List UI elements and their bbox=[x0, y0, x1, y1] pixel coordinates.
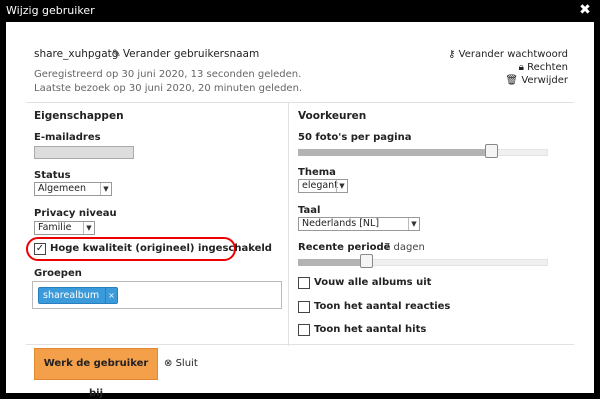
collapse-albums-checkbox[interactable] bbox=[298, 277, 310, 289]
window-title: Wijzig gebruiker bbox=[6, 4, 95, 17]
chevron-down-icon: ▼ bbox=[83, 222, 94, 234]
window-frame: Wijzig gebruiker ✖ share_xuhpgatg ✎ Veran… bbox=[0, 0, 600, 399]
slider-handle[interactable] bbox=[485, 144, 498, 158]
language-value: Nederlands [NL] bbox=[302, 218, 380, 229]
change-password-link[interactable]: ⚷ Verander wachtwoord bbox=[448, 48, 568, 61]
chevron-down-icon: ▼ bbox=[336, 180, 347, 192]
rename-user-label: Verander gebruikersnaam bbox=[122, 48, 260, 60]
email-field[interactable] bbox=[34, 146, 134, 159]
theme-label: Thema bbox=[298, 167, 336, 178]
language-label: Taal bbox=[298, 205, 321, 216]
remove-tag-icon[interactable]: × bbox=[105, 288, 117, 303]
recent-period-slider[interactable] bbox=[298, 254, 548, 268]
save-button[interactable]: Werk de gebruiker bij bbox=[34, 348, 158, 399]
show-hits-checkbox[interactable] bbox=[298, 324, 310, 336]
key-icon: ⚷ bbox=[448, 49, 456, 60]
delete-label: Verwijder bbox=[521, 75, 568, 86]
privacy-label: Privacy niveau bbox=[34, 208, 117, 219]
pencil-icon: ✎ bbox=[112, 48, 121, 60]
show-comments-checkbox[interactable] bbox=[298, 301, 310, 313]
theme-select[interactable]: elegant ▼ bbox=[298, 179, 348, 193]
show-hits-label: Toon het aantal hits bbox=[314, 324, 427, 335]
email-label: E-mailadres bbox=[34, 132, 101, 143]
privacy-select[interactable]: Familie ▼ bbox=[34, 221, 95, 235]
photos-per-page-slider[interactable] bbox=[298, 144, 548, 158]
divider bbox=[26, 344, 574, 345]
recent-period-value: 7 dagen bbox=[384, 242, 425, 253]
trash-icon: 🗑︎ bbox=[505, 75, 519, 86]
slider-fill bbox=[298, 149, 492, 156]
groups-label: Groepen bbox=[34, 268, 82, 279]
slider-handle[interactable] bbox=[360, 254, 373, 268]
last-visit-date: Laatste bezoek op 30 juni 2020, 20 minut… bbox=[34, 83, 303, 94]
status-value: Algemeen bbox=[38, 183, 86, 194]
change-password-label: Verander wachtwoord bbox=[458, 49, 568, 60]
status-label: Status bbox=[34, 170, 71, 181]
group-tag: sharealbum × bbox=[38, 287, 118, 304]
hq-label: Hoge kwaliteit (origineel) ingeschakeld bbox=[50, 243, 272, 254]
user-name: share_xuhpgatg bbox=[34, 48, 119, 60]
theme-value: elegant bbox=[302, 180, 338, 191]
rights-label: Rechten bbox=[527, 62, 568, 73]
close-link[interactable]: ⊗ Sluit bbox=[164, 358, 198, 369]
photos-per-page-label: 50 foto's per pagina bbox=[298, 132, 412, 143]
properties-title: Eigenschappen bbox=[34, 110, 124, 122]
close-circle-icon: ⊗ bbox=[164, 358, 173, 369]
registered-date: Geregistreerd op 30 juni 2020, 13 second… bbox=[34, 69, 302, 80]
groups-input[interactable]: sharealbum × bbox=[32, 281, 282, 309]
preferences-title: Voorkeuren bbox=[298, 110, 367, 122]
user-actions: ⚷ Verander wachtwoord 🔒︎ Rechten 🗑︎ Verw… bbox=[448, 48, 568, 87]
rename-user-link[interactable]: ✎ Verander gebruikersnaam bbox=[112, 48, 259, 60]
recent-period-label: Recente periode bbox=[298, 242, 391, 253]
chevron-down-icon: ▼ bbox=[408, 218, 419, 230]
group-tag-label: sharealbum bbox=[43, 290, 100, 301]
rights-link[interactable]: 🔒︎ Rechten bbox=[448, 61, 568, 74]
show-comments-label: Toon het aantal reacties bbox=[314, 301, 451, 312]
chevron-down-icon: ▼ bbox=[100, 183, 111, 195]
column-divider bbox=[288, 102, 289, 346]
lock-icon: 🔒︎ bbox=[518, 62, 524, 73]
divider bbox=[26, 102, 574, 103]
delete-link[interactable]: 🗑︎ Verwijder bbox=[448, 74, 568, 87]
privacy-value: Familie bbox=[38, 222, 72, 233]
status-select[interactable]: Algemeen ▼ bbox=[34, 182, 112, 196]
collapse-albums-label: Vouw alle albums uit bbox=[314, 277, 432, 288]
language-select[interactable]: Nederlands [NL] ▼ bbox=[298, 217, 420, 231]
close-icon[interactable]: ✖ bbox=[578, 3, 592, 17]
edit-user-dialog: share_xuhpgatg ✎ Verander gebruikersnaam … bbox=[6, 22, 594, 399]
hq-checkbox[interactable]: ✓ bbox=[34, 243, 46, 255]
slider-fill bbox=[298, 259, 367, 266]
close-label: Sluit bbox=[175, 358, 198, 369]
